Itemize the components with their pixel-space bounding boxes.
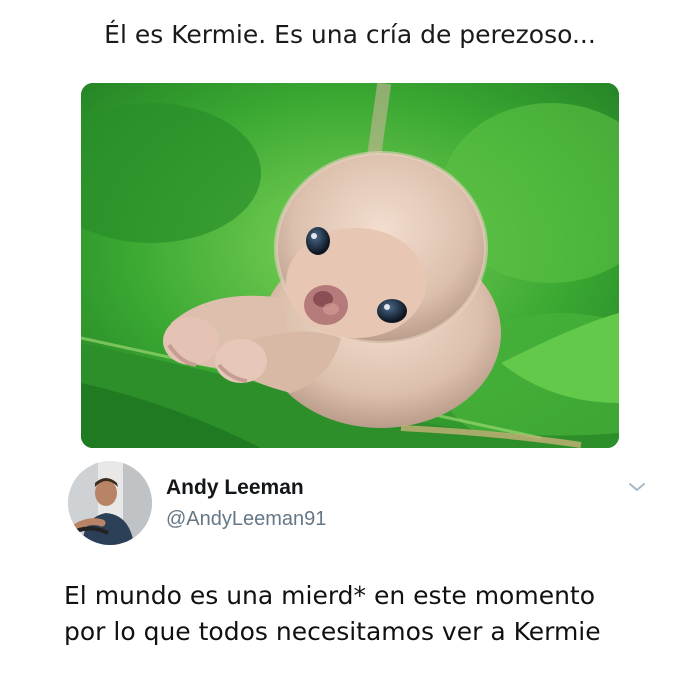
sloth-photo bbox=[81, 83, 619, 448]
sloth-illustration bbox=[81, 83, 619, 448]
chevron-down-icon[interactable] bbox=[628, 481, 646, 493]
tweet-header: Andy Leeman @AndyLeeman91 bbox=[60, 455, 660, 555]
top-caption: Él es Kermie. Es una cría de perezoso... bbox=[104, 20, 596, 49]
tweet-text-line-2: por lo que todos necesitamos ver a Kermi… bbox=[64, 617, 601, 646]
tweet-text: El mundo es una mierd* en este momento p… bbox=[64, 578, 684, 650]
tweet-text-line-1: El mundo es una mierd* en este momento bbox=[64, 581, 596, 610]
avatar-image bbox=[68, 461, 152, 545]
user-handle[interactable]: @AndyLeeman91 bbox=[166, 507, 326, 531]
avatar[interactable] bbox=[68, 461, 152, 545]
display-name[interactable]: Andy Leeman bbox=[166, 475, 304, 501]
